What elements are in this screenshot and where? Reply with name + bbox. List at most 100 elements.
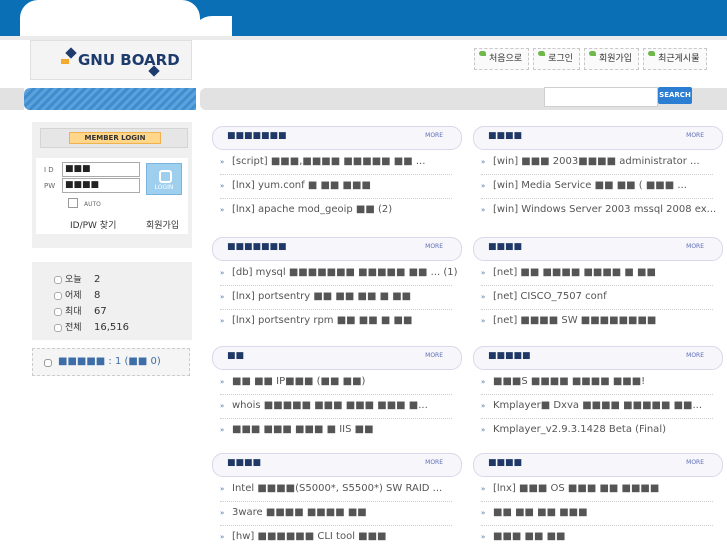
bullet-icon: » (481, 378, 486, 386)
find-id-pw-link[interactable]: ID/PW 찾기 (70, 218, 116, 231)
bullet-icon: » (220, 269, 225, 277)
top-navigation: 처음으로 로그인 회원가입 최근게시물 (474, 48, 707, 70)
auto-login-label: AUTO (84, 201, 101, 208)
stat-max: 최대 67 (54, 304, 107, 317)
bullet-icon: » (220, 426, 225, 434)
item-divider (220, 309, 452, 310)
menu-bar-left (0, 88, 24, 110)
board-post-link[interactable]: [lnx] yum.conf ■ ■■ ■■■ (232, 180, 460, 191)
board-post-link[interactable]: ■■ ■■ IP■■■ (■■ ■■) (232, 376, 460, 387)
id-label: I D (44, 166, 54, 174)
bullet-icon: » (220, 317, 225, 325)
board-post-link[interactable]: Kmplayer_v2.9.3.1428 Beta (Final) (493, 424, 721, 435)
pw-label: PW (44, 182, 56, 190)
item-divider (481, 285, 713, 286)
bullet-icon: » (220, 533, 225, 541)
nav-recent[interactable]: 최근게시물 (643, 48, 707, 70)
board-post-link[interactable]: [win] Windows Server 2003 mssql 2008 ex.… (493, 204, 721, 215)
board-more-link[interactable]: MORE (686, 459, 704, 466)
item-divider (481, 394, 713, 395)
board-post-link[interactable]: Kmplayer■ Dxva ■■■■ ■■■■■ ■■... (493, 400, 721, 411)
item-divider (481, 418, 713, 419)
password-field[interactable]: ■■■■ (62, 178, 140, 193)
board-title[interactable]: ■■■■ (488, 242, 522, 252)
board-more-link[interactable]: MORE (686, 243, 704, 250)
lock-icon (159, 170, 172, 183)
bullet-icon: » (481, 402, 486, 410)
board-post-link[interactable]: [lnx] portsentry ■■ ■■ ■■ ■ ■■ (232, 291, 460, 302)
item-divider (481, 501, 713, 502)
bullet-icon: » (220, 293, 225, 301)
board-header: ■■■■■■■ MORE (212, 126, 462, 150)
nav-login[interactable]: 로그인 (533, 48, 580, 70)
stat-label: 오늘 (54, 272, 88, 285)
board-title[interactable]: ■■■■■■■ (227, 242, 287, 252)
stat-label: 최대 (54, 304, 88, 317)
board-post-link[interactable]: [lnx] apache mod_geoip ■■ (2) (232, 204, 460, 215)
stat-value: 2 (94, 274, 101, 285)
nav-join[interactable]: 회원가입 (583, 48, 640, 70)
search-input[interactable] (544, 87, 658, 107)
board-post-link[interactable]: [net] ■■ ■■■■ ■■■■ ■ ■■ (493, 267, 721, 278)
bullet-icon: » (481, 509, 486, 517)
board-title[interactable]: ■■■■ (227, 458, 261, 468)
board-title[interactable]: ■■■■■ (488, 351, 531, 361)
board-post-link[interactable]: ■■■ ■■ ■■ (493, 531, 721, 542)
board-post-link[interactable]: [db] mysql ■■■■■■■ ■■■■■ ■■ ... (1) (232, 267, 460, 278)
board-title[interactable]: ■■ (227, 351, 244, 361)
login-button-label: LOGIN (154, 184, 174, 191)
top-tab-shape (20, 0, 200, 36)
board-post-link[interactable]: [script] ■■■,■■■■ ■■■■■ ■■ ... (232, 156, 460, 167)
bullet-icon: » (220, 509, 225, 517)
board-post-link[interactable]: [net] ■■■■ SW ■■■■■■■■ (493, 315, 721, 326)
site-logo[interactable]: GNU BOARD (78, 51, 180, 69)
board-more-link[interactable]: MORE (425, 352, 443, 359)
item-divider (481, 525, 713, 526)
nav-label: 회원가입 (598, 54, 633, 64)
board-title[interactable]: ■■■■ (488, 458, 522, 468)
board-post-link[interactable]: ■■■S ■■■■ ■■■■ ■■■! (493, 376, 721, 387)
nav-label: 처음으로 (489, 54, 523, 64)
board-more-link[interactable]: MORE (425, 459, 443, 466)
item-divider (220, 394, 452, 395)
login-button[interactable]: LOGIN (146, 163, 182, 195)
menu-bar-accent (24, 88, 196, 110)
auto-login-checkbox[interactable] (68, 198, 78, 208)
board-post-link[interactable]: ■■■ ■■■ ■■■ ■ IIS ■■ (232, 424, 460, 435)
logo-accent-icon (61, 59, 69, 64)
board-header: ■■■■■■■ MORE (212, 237, 462, 261)
nav-home[interactable]: 처음으로 (474, 48, 530, 70)
board-post-link[interactable]: Intel ■■■■(S5000*, S5500*) SW RAID ... (232, 483, 460, 494)
board-post-link[interactable]: [lnx] ■■■ OS ■■■ ■■ ■■■■ (493, 483, 721, 494)
sprout-icon (538, 51, 546, 56)
board-title[interactable]: ■■■■■■■ (227, 131, 287, 141)
board-post-link[interactable]: 3ware ■■■■ ■■■■ ■■ (232, 507, 460, 518)
item-divider (220, 418, 452, 419)
item-divider (220, 285, 452, 286)
board-more-link[interactable]: MORE (686, 352, 704, 359)
bullet-icon: » (220, 378, 225, 386)
board-post-link[interactable]: [win] ■■■ 2003■■■■ administrator ... (493, 156, 721, 167)
board-post-link[interactable]: [hw] ■■■■■■ CLI tool ■■■ (232, 531, 460, 542)
board-header: ■■ MORE (212, 346, 462, 370)
board-post-link[interactable]: [lnx] portsentry rpm ■■ ■■ ■ ■■ (232, 315, 460, 326)
bullet-icon: » (220, 485, 225, 493)
board-post-link[interactable]: whois ■■■■■ ■■■ ■■■ ■■■ ■... (232, 400, 460, 411)
search-button[interactable]: SEARCH (658, 87, 692, 104)
bullet-icon: » (220, 182, 225, 190)
bullet-icon: » (481, 533, 486, 541)
board-more-link[interactable]: MORE (686, 132, 704, 139)
poll-text[interactable]: ■■■■■ : 1 (■■ 0) (58, 356, 161, 367)
board-more-link[interactable]: MORE (425, 243, 443, 250)
bullet-icon: » (481, 182, 486, 190)
board-post-link[interactable]: [net] CISCO_7507 conf (493, 291, 721, 302)
sprout-icon (648, 51, 656, 56)
join-link[interactable]: 회원가입 (146, 218, 179, 231)
board-post-link[interactable]: [win] Media Service ■■ ■■ ( ■■■ ... (493, 180, 721, 191)
board-title[interactable]: ■■■■ (488, 131, 522, 141)
board-more-link[interactable]: MORE (425, 132, 443, 139)
id-field[interactable]: ■■■ (62, 162, 140, 177)
sprout-icon (479, 51, 486, 56)
board-post-link[interactable]: ■■ ■■ ■■ ■■■ (493, 507, 721, 518)
nav-label: 로그인 (548, 54, 573, 64)
